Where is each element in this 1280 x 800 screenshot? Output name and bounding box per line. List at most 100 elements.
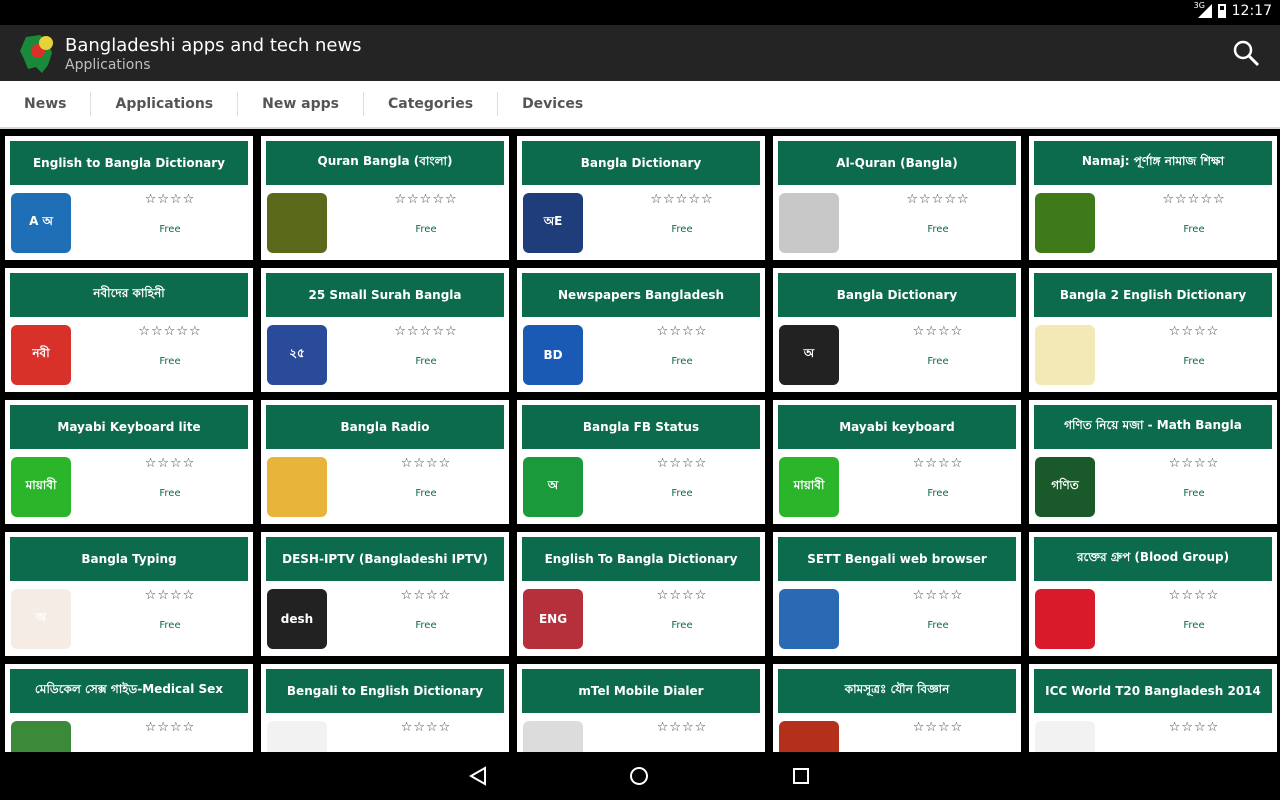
- app-card[interactable]: Bangla Dictionary অE ☆☆☆☆☆ Free: [517, 136, 765, 260]
- back-icon[interactable]: [466, 764, 490, 788]
- rating-stars: ☆☆☆☆☆: [394, 192, 458, 207]
- app-icon[interactable]: [267, 721, 327, 752]
- app-icon[interactable]: [1035, 589, 1095, 649]
- bangladesh-map-logo[interactable]: [18, 31, 58, 75]
- app-card[interactable]: Bengali to English Dictionary☆☆☆☆Free: [261, 664, 509, 752]
- app-title: Bangla Typing: [10, 537, 248, 581]
- price-label: Free: [1183, 356, 1205, 367]
- app-title: Bangladeshi apps and tech news: [65, 35, 362, 56]
- home-icon[interactable]: [627, 764, 651, 788]
- app-card[interactable]: Mayabi Keyboard lite মায়াবী ☆☆☆☆ Free: [5, 400, 253, 524]
- app-title: English To Bangla Dictionary: [522, 537, 760, 581]
- recents-icon[interactable]: [789, 764, 813, 788]
- app-icon[interactable]: [1035, 325, 1095, 385]
- app-card[interactable]: Al-Quran (Bangla) ☆☆☆☆☆ Free: [773, 136, 1021, 260]
- app-icon[interactable]: [1035, 193, 1095, 253]
- app-icon[interactable]: [267, 457, 327, 517]
- app-icon[interactable]: [11, 721, 71, 752]
- price-label: Free: [671, 488, 693, 499]
- app-card[interactable]: নবীদের কাহিনী নবী ☆☆☆☆☆ Free: [5, 268, 253, 392]
- price-label: Free: [671, 620, 693, 631]
- app-card[interactable]: Bangla FB Status অ ☆☆☆☆ Free: [517, 400, 765, 524]
- app-card[interactable]: রক্তের গ্রুপ (Blood Group) ☆☆☆☆ Free: [1029, 532, 1277, 656]
- app-card[interactable]: Bangla Dictionary অ ☆☆☆☆ Free: [773, 268, 1021, 392]
- app-card[interactable]: কামসূত্রঃ যৌন বিজ্ঞান☆☆☆☆Free: [773, 664, 1021, 752]
- tab-applications[interactable]: Applications: [91, 92, 239, 116]
- app-icon-label: নবী: [32, 346, 50, 360]
- app-title: English to Bangla Dictionary: [10, 141, 248, 185]
- app-card[interactable]: Namaj: পূর্ণাঙ্গ নামাজ শিক্ষা ☆☆☆☆☆ Free: [1029, 136, 1277, 260]
- tab-news[interactable]: News: [0, 92, 92, 116]
- category-tabs: News Applications New apps Categories De…: [0, 81, 1280, 129]
- rating-stars: ☆☆☆☆: [144, 720, 196, 735]
- app-icon[interactable]: [1035, 721, 1095, 752]
- rating-stars: ☆☆☆☆: [912, 588, 964, 603]
- app-icon[interactable]: [267, 193, 327, 253]
- app-icon[interactable]: অ: [779, 325, 839, 385]
- price-label: Free: [1183, 488, 1205, 499]
- app-card[interactable]: Newspapers Bangladesh BD ☆☆☆☆ Free: [517, 268, 765, 392]
- app-title: মেডিকেল সেক্স গাইড-Medical Sex: [10, 669, 248, 713]
- rating-stars: ☆☆☆☆: [1168, 324, 1220, 339]
- app-card[interactable]: Bangla Typing অ ☆☆☆☆ Free: [5, 532, 253, 656]
- app-card[interactable]: গণিত নিয়ে মজা - Math Bangla গণিত ☆☆☆☆ Free: [1029, 400, 1277, 524]
- app-icon-label: মায়াবী: [793, 478, 825, 492]
- app-title: Al-Quran (Bangla): [778, 141, 1016, 185]
- app-icon[interactable]: [779, 589, 839, 649]
- app-title: Namaj: পূর্ণাঙ্গ নামাজ শিক্ষা: [1034, 141, 1272, 185]
- app-icon[interactable]: মায়াবী: [779, 457, 839, 517]
- app-card[interactable]: মেডিকেল সেক্স গাইড-Medical Sex☆☆☆☆Free: [5, 664, 253, 752]
- battery-icon: [1217, 4, 1226, 18]
- price-label: Free: [159, 488, 181, 499]
- app-icon[interactable]: গণিত: [1035, 457, 1095, 517]
- app-icon[interactable]: মায়াবী: [11, 457, 71, 517]
- app-card[interactable]: Bangla 2 English Dictionary ☆☆☆☆ Free: [1029, 268, 1277, 392]
- app-icon[interactable]: অ: [523, 457, 583, 517]
- app-card[interactable]: Mayabi keyboard মায়াবী ☆☆☆☆ Free: [773, 400, 1021, 524]
- app-icon[interactable]: BD: [523, 325, 583, 385]
- app-icon[interactable]: [779, 193, 839, 253]
- app-icon[interactable]: অE: [523, 193, 583, 253]
- app-title: ICC World T20 Bangladesh 2014: [1034, 669, 1272, 713]
- app-icon[interactable]: নবী: [11, 325, 71, 385]
- app-icon[interactable]: A অ: [11, 193, 71, 253]
- app-card[interactable]: ICC World T20 Bangladesh 2014☆☆☆☆Free: [1029, 664, 1277, 752]
- price-label: Free: [159, 224, 181, 235]
- tab-devices[interactable]: Devices: [498, 92, 607, 116]
- app-card[interactable]: DESH-IPTV (Bangladeshi IPTV) desh ☆☆☆☆ Free: [261, 532, 509, 656]
- app-grid: English to Bangla Dictionary A অ ☆☆☆☆ Free Q…: [0, 131, 1280, 752]
- status-bar: 3G 12:17: [0, 0, 1280, 25]
- rating-stars: ☆☆☆☆☆: [394, 324, 458, 339]
- app-icon[interactable]: desh: [267, 589, 327, 649]
- rating-stars: ☆☆☆☆☆: [1162, 192, 1226, 207]
- tab-new-apps[interactable]: New apps: [238, 92, 364, 116]
- rating-stars: ☆☆☆☆: [144, 588, 196, 603]
- app-icon[interactable]: [779, 721, 839, 752]
- price-label: Free: [927, 356, 949, 367]
- tab-categories[interactable]: Categories: [364, 92, 499, 116]
- app-icon-label: মায়াবী: [25, 478, 57, 492]
- price-label: Free: [415, 488, 437, 499]
- app-card[interactable]: 25 Small Surah Bangla ২৫ ☆☆☆☆☆ Free: [261, 268, 509, 392]
- app-icon[interactable]: ENG: [523, 589, 583, 649]
- price-label: Free: [927, 620, 949, 631]
- price-label: Free: [671, 356, 693, 367]
- rating-stars: ☆☆☆☆: [400, 456, 452, 471]
- app-icon-label: অ: [803, 346, 815, 360]
- price-label: Free: [671, 224, 693, 235]
- app-card[interactable]: English To Bangla Dictionary ENG ☆☆☆☆ Free: [517, 532, 765, 656]
- app-title: Newspapers Bangladesh: [522, 273, 760, 317]
- app-card[interactable]: Bangla Radio ☆☆☆☆ Free: [261, 400, 509, 524]
- app-bar: Bangladeshi apps and tech news Applicati…: [0, 25, 1280, 81]
- app-card[interactable]: English to Bangla Dictionary A অ ☆☆☆☆ Free: [5, 136, 253, 260]
- app-card[interactable]: mTel Mobile Dialer☆☆☆☆Free: [517, 664, 765, 752]
- app-icon[interactable]: অ: [11, 589, 71, 649]
- app-card[interactable]: Quran Bangla (বাংলা) ☆☆☆☆☆ Free: [261, 136, 509, 260]
- rating-stars: ☆☆☆☆: [656, 456, 708, 471]
- signal-icon: 3G: [1194, 1, 1212, 19]
- search-icon[interactable]: [1232, 39, 1260, 67]
- app-icon[interactable]: [523, 721, 583, 752]
- app-icon-label: অE: [543, 214, 563, 228]
- app-card[interactable]: SETT Bengali web browser ☆☆☆☆ Free: [773, 532, 1021, 656]
- app-icon[interactable]: ২৫: [267, 325, 327, 385]
